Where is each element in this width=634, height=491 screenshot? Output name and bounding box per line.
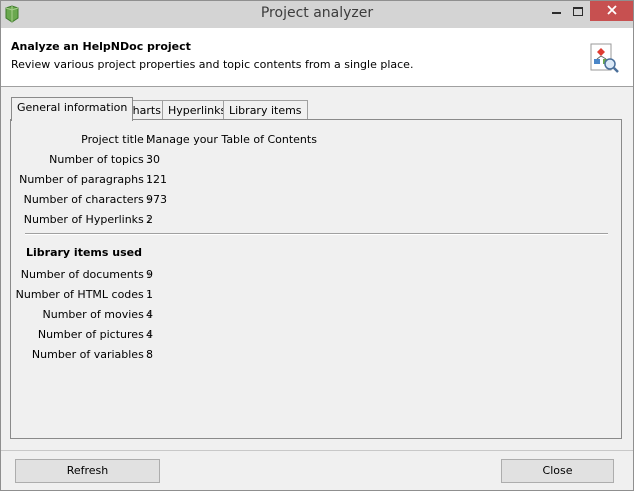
tab-library-items[interactable]: Library items [223,100,308,121]
close-window-button[interactable] [590,1,633,21]
library-section-title: Library items used [26,246,142,259]
documents-value: 9 [146,268,153,281]
title-bar[interactable]: Project analyzer [1,1,633,28]
hyperlinks-label: Number of Hyperlinks : [23,213,151,226]
section-divider [25,233,608,234]
paragraphs-label: Number of paragraphs : [19,173,151,186]
paragraphs-value: 121 [146,173,167,186]
footer-divider [1,450,633,451]
characters-value: 973 [146,193,167,206]
variables-value: 8 [146,348,153,361]
maximize-icon [573,6,583,16]
window-title: Project analyzer [260,5,374,21]
refresh-button[interactable]: Refresh [15,459,160,483]
html-codes-label: Number of HTML codes : [15,288,151,301]
tab-general-information[interactable]: General information [11,97,134,121]
html-codes-value: 1 [146,288,153,301]
movies-label: Number of movies : [42,308,152,321]
maximize-button[interactable] [564,1,592,21]
close-button[interactable]: Close [501,459,614,483]
header-subtitle: Review various project properties and to… [11,58,414,71]
variables-label: Number of variables : [31,348,151,361]
documents-label: Number of documents : [20,268,151,281]
project-title-label: Project title : [81,133,151,146]
hyperlinks-value: 2 [146,213,153,226]
topics-value: 30 [146,153,160,166]
pictures-label: Number of pictures : [37,328,151,341]
dialog-header: Analyze an HelpNDoc project Review vario… [1,28,633,87]
characters-label: Number of characters : [23,193,151,206]
project-title-value: Manage your Table of Contents [146,133,317,146]
header-title: Analyze an HelpNDoc project [11,40,191,53]
project-analyzer-icon [588,42,620,74]
minimize-icon [551,12,561,14]
topics-label: Number of topics : [49,153,151,166]
tab-hyperlinks[interactable]: Hyperlinks [162,100,233,121]
pictures-value: 4 [146,328,153,341]
movies-value: 4 [146,308,153,321]
project-analyzer-window: Project analyzer Analyze an HelpNDoc pro… [0,0,634,491]
close-icon [606,4,617,18]
